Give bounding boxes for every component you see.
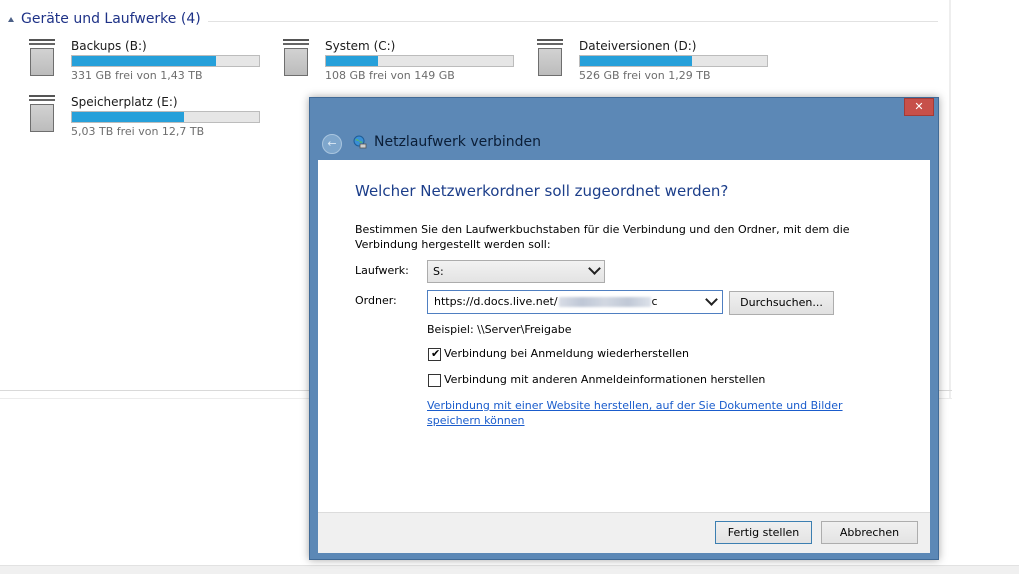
window-edge — [949, 0, 951, 398]
section-devices-header[interactable]: Geräte und Laufwerke (4) — [8, 11, 938, 31]
folder-url-text: https://d.docs.live.net/ — [434, 295, 558, 308]
drive-usage-bar — [325, 55, 514, 67]
drive-usage-fill — [72, 56, 216, 66]
drive-free-space: 108 GB frei von 149 GB — [325, 69, 455, 82]
reconnect-checkbox[interactable]: ✔ — [428, 347, 441, 361]
dialog-content: Welcher Netzwerkordner soll zugeordnet w… — [318, 160, 930, 512]
folder-input-value: https://d.docs.live.net/c — [434, 295, 658, 308]
collapse-arrow-icon[interactable] — [8, 17, 14, 22]
drive-item-dateiversionen[interactable]: Dateiversionen (D:) 526 GB frei von 1,29… — [537, 39, 777, 83]
browse-button[interactable]: Durchsuchen... — [729, 291, 834, 315]
checkmark-icon: ✔ — [431, 347, 441, 360]
drive-name: Backups (B:) — [71, 39, 147, 53]
chevron-down-icon[interactable] — [705, 293, 718, 306]
drive-name: System (C:) — [325, 39, 396, 53]
cancel-button[interactable]: Abbrechen — [821, 521, 918, 544]
hard-drive-icon — [537, 39, 563, 76]
drive-letter-value: S: — [433, 265, 444, 278]
drive-usage-bar — [579, 55, 768, 67]
hard-drive-icon — [29, 39, 55, 76]
example-text: Beispiel: \\Server\Freigabe — [427, 323, 572, 336]
drive-usage-bar — [71, 55, 260, 67]
reconnect-checkbox-label[interactable]: Verbindung bei Anmeldung wiederherstelle… — [444, 347, 689, 360]
dialog-heading: Welcher Netzwerkordner soll zugeordnet w… — [355, 182, 729, 200]
dialog-title: Netzlaufwerk verbinden — [374, 134, 542, 150]
drive-usage-fill — [580, 56, 693, 66]
drive-free-space: 526 GB frei von 1,29 TB — [579, 69, 711, 82]
drive-item-backups[interactable]: Backups (B:) 331 GB frei von 1,43 TB — [29, 39, 269, 83]
drive-usage-fill — [326, 56, 379, 66]
hard-drive-icon — [29, 95, 55, 132]
drive-usage-fill — [72, 112, 185, 122]
close-button[interactable]: ✕ — [904, 98, 934, 116]
dialog-description: Bestimmen Sie den Laufwerkbuchstaben für… — [355, 223, 850, 251]
redacted-text — [558, 297, 651, 307]
drive-name: Dateiversionen (D:) — [579, 39, 697, 53]
drive-label: Laufwerk: — [355, 264, 409, 277]
website-connection-link[interactable]: Verbindung mit einer Website herstellen,… — [427, 398, 897, 428]
credentials-checkbox-label[interactable]: Verbindung mit anderen Anmeldeinformatio… — [444, 373, 765, 386]
back-arrow-icon[interactable]: ← — [322, 134, 342, 154]
drive-name: Speicherplatz (E:) — [71, 95, 178, 109]
dialog-footer: Fertig stellen Abbrechen — [318, 512, 930, 553]
section-title: Geräte und Laufwerke (4) — [21, 11, 201, 27]
map-network-drive-dialog: ✕ ← Netzlaufwerk verbinden Welcher Netzw… — [309, 97, 939, 560]
credentials-checkbox[interactable] — [428, 374, 441, 387]
drive-item-speicherplatz[interactable]: Speicherplatz (E:) 5,03 TB frei von 12,7… — [29, 95, 269, 139]
folder-label: Ordner: — [355, 294, 397, 307]
chevron-down-icon — [588, 262, 601, 275]
section-divider — [208, 21, 938, 22]
finish-button[interactable]: Fertig stellen — [715, 521, 812, 544]
folder-url-end: c — [651, 295, 658, 308]
drive-free-space: 331 GB frei von 1,43 TB — [71, 69, 203, 82]
network-drive-icon — [353, 135, 367, 149]
hard-drive-icon — [283, 39, 309, 76]
drive-item-system[interactable]: System (C:) 108 GB frei von 149 GB — [283, 39, 523, 83]
drive-usage-bar — [71, 111, 260, 123]
folder-input[interactable]: https://d.docs.live.net/c — [427, 290, 723, 314]
drive-free-space: 5,03 TB frei von 12,7 TB — [71, 125, 205, 138]
drive-letter-select[interactable]: S: — [427, 260, 605, 283]
